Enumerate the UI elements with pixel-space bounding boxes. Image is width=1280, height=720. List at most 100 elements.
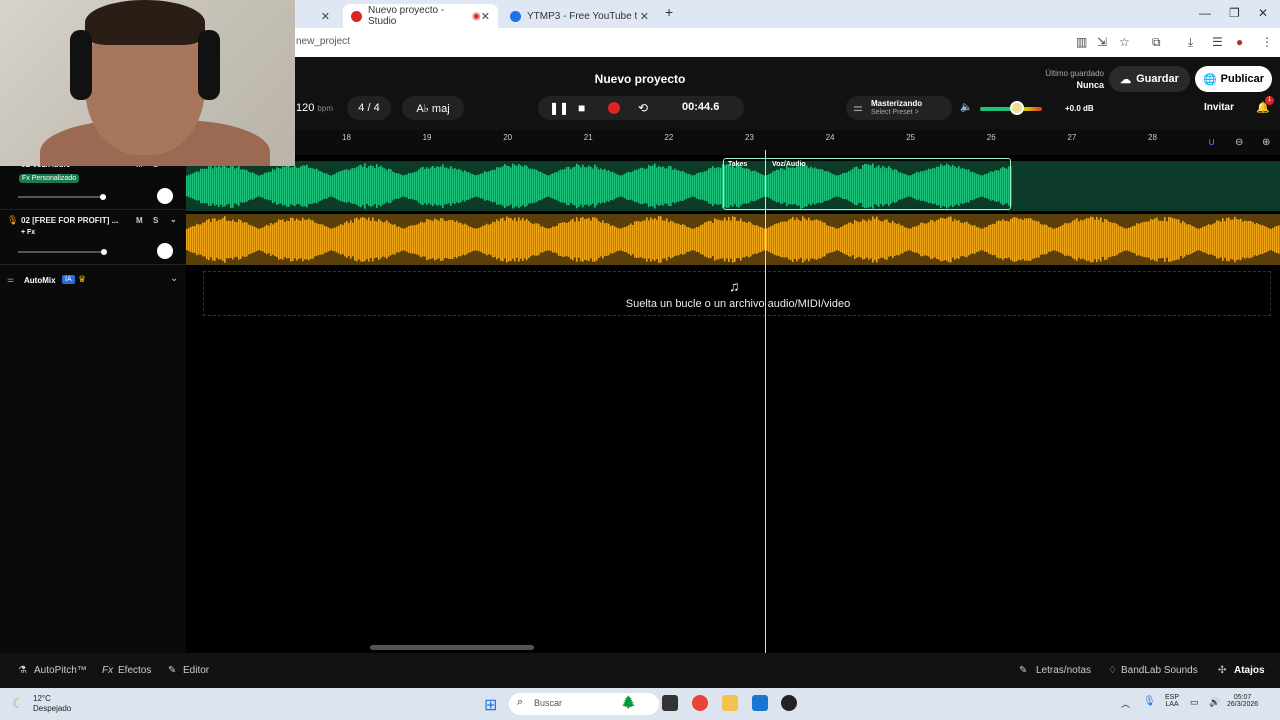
download-icon[interactable]: ⤓ xyxy=(1188,35,1193,50)
chevron-down-icon[interactable]: ⌄ xyxy=(170,273,178,284)
waveform-sample xyxy=(312,168,314,204)
install-icon[interactable]: ⇲ xyxy=(1097,35,1107,49)
waveform-sample xyxy=(348,223,350,256)
url-text[interactable]: new_project xyxy=(296,36,350,47)
playhead[interactable] xyxy=(765,150,766,653)
profile-avatar-icon[interactable]: ● xyxy=(1236,35,1243,49)
zoom-out-icon[interactable]: ⊖ xyxy=(1235,137,1243,148)
record-icon[interactable] xyxy=(608,102,620,114)
key-selector[interactable]: A♭ maj xyxy=(402,96,464,120)
waveform-sample xyxy=(360,164,362,208)
music-note-add-icon: ♫ xyxy=(729,278,740,294)
network-icon[interactable]: ▭ xyxy=(1190,697,1199,708)
timeline-ruler[interactable]: ∪ ⊖ ⊕ 18 19 20 21 22 23 24 25 26 27 28 xyxy=(186,130,1280,155)
weather-moon-icon[interactable]: ☾ xyxy=(12,696,24,712)
pan-knob[interactable] xyxy=(157,243,173,259)
close-icon[interactable]: ✕ xyxy=(321,10,330,23)
waveform-sample xyxy=(254,226,256,253)
takes-label: Takes xyxy=(728,161,748,168)
waveform-sample xyxy=(526,218,528,261)
waveform-sample xyxy=(598,221,600,258)
track-header-2[interactable]: 🎙 02 [FREE FOR PROFIT] ... M S ⌄ + Fx xyxy=(0,210,186,265)
automix-label[interactable]: AutoMix xyxy=(24,276,56,285)
restore-icon[interactable]: ❐ xyxy=(1229,6,1240,20)
track-volume-slider[interactable] xyxy=(18,196,106,198)
waveform-sample xyxy=(694,174,696,198)
track-lane-2[interactable] xyxy=(186,214,1280,265)
waveform-sample xyxy=(1274,226,1276,253)
weather-condition[interactable]: Despejado xyxy=(33,704,71,713)
selected-clip[interactable]: Takes Voz/Audio xyxy=(723,158,1011,210)
mastering-button[interactable]: ⚌ Masterizando Select Preset > xyxy=(846,96,952,120)
store-icon[interactable] xyxy=(752,695,768,711)
mic-tray-icon[interactable]: 🎙 xyxy=(1143,696,1156,707)
shortcuts-button[interactable]: Atajos xyxy=(1234,665,1265,676)
waveform-sample xyxy=(266,224,268,255)
windows-start-icon[interactable]: ⊞ xyxy=(484,695,497,715)
tab-previous[interactable]: ✕ xyxy=(300,4,338,28)
volume-tray-icon[interactable]: 🔊 xyxy=(1209,697,1220,708)
solo-button[interactable]: S xyxy=(153,216,158,225)
reading-mode-icon[interactable]: ▥ xyxy=(1076,35,1087,49)
waveform-sample xyxy=(976,227,978,252)
stop-icon[interactable]: ■ xyxy=(578,101,585,115)
obs-icon[interactable] xyxy=(781,695,797,711)
lyrics-button[interactable]: Letras/notas xyxy=(1036,665,1091,676)
publish-button[interactable]: 🌐 Publicar xyxy=(1195,66,1272,92)
waveform-sample xyxy=(792,217,794,262)
track-volume-handle[interactable] xyxy=(101,249,107,255)
extensions-icon[interactable]: ⧉ xyxy=(1152,35,1161,50)
waveform-sample xyxy=(226,167,228,205)
pan-knob[interactable] xyxy=(157,188,173,204)
zoom-in-icon[interactable]: ⊕ xyxy=(1262,137,1270,148)
close-icon[interactable]: ✕ xyxy=(640,10,649,23)
waveform-sample xyxy=(646,217,648,262)
clock[interactable]: 05:07 26/3/2026 xyxy=(1227,694,1258,708)
add-fx-button[interactable]: + Fx xyxy=(21,229,35,236)
file-explorer-icon[interactable] xyxy=(722,695,738,711)
horizontal-scrollbar[interactable] xyxy=(370,645,534,650)
chevron-up-icon[interactable]: ︿ xyxy=(1121,697,1130,710)
effects-button[interactable]: Efectos xyxy=(118,665,151,676)
bandlab-sounds-button[interactable]: BandLab Sounds xyxy=(1121,665,1198,676)
new-tab-button[interactable]: + xyxy=(665,4,673,20)
autopitch-button[interactable]: AutoPitch™ xyxy=(34,665,87,676)
task-view-icon[interactable] xyxy=(662,695,678,711)
time-signature[interactable]: 4 / 4 xyxy=(347,96,391,120)
media-icon[interactable]: ☰ xyxy=(1212,35,1223,49)
waveform-sample xyxy=(456,169,458,203)
pause-icon[interactable]: ❚❚ xyxy=(549,101,569,115)
waveform-sample xyxy=(1178,219,1180,260)
track-volume-handle[interactable] xyxy=(100,194,106,200)
master-volume-handle[interactable] xyxy=(1010,101,1025,115)
close-icon[interactable]: ✕ xyxy=(481,10,490,23)
speaker-mute-icon[interactable]: 🔈 xyxy=(960,102,972,113)
track-volume-slider[interactable] xyxy=(18,251,106,253)
waveform-sample xyxy=(516,165,518,207)
bookmark-star-icon[interactable]: ☆ xyxy=(1119,35,1130,49)
editor-button[interactable]: Editor xyxy=(183,665,209,676)
waveform-sample xyxy=(186,228,188,251)
project-title[interactable]: Nuevo proyecto xyxy=(560,72,720,86)
chrome-icon[interactable] xyxy=(692,695,708,711)
loop-icon[interactable]: ⟲ xyxy=(638,101,648,115)
menu-dots-icon[interactable]: ⋮ xyxy=(1261,35,1273,49)
fx-tag[interactable]: Fx Personalizado xyxy=(19,174,80,183)
minimize-icon[interactable]: — xyxy=(1199,6,1211,20)
chevron-down-icon[interactable]: ⌄ xyxy=(170,215,177,224)
mute-button[interactable]: M xyxy=(136,216,143,225)
tab-studio[interactable]: Nuevo proyecto - Studio ◉ ✕ xyxy=(343,4,498,28)
waveform-sample xyxy=(450,166,452,206)
close-window-icon[interactable]: ✕ xyxy=(1258,6,1268,20)
tab-ytmp3[interactable]: YTMP3 - Free YouTube to MP3 ✕ xyxy=(502,4,657,28)
tempo-display[interactable]: 120 bpm xyxy=(296,102,333,114)
waveform-sample xyxy=(648,164,650,208)
drop-zone[interactable]: ♫ Suelta un bucle o un archivo audio/MID… xyxy=(203,271,1271,316)
invite-button[interactable]: Invitar xyxy=(1204,102,1234,113)
save-button[interactable]: ☁ Guardar xyxy=(1109,66,1190,92)
weather-temperature[interactable]: 12°C xyxy=(33,694,51,703)
taskbar-search[interactable]: ⌕ Buscar 🌲 xyxy=(509,693,659,715)
language-indicator[interactable]: ESP LAA xyxy=(1165,694,1179,708)
magnet-icon[interactable]: ∪ xyxy=(1208,137,1215,148)
track-name[interactable]: 02 [FREE FOR PROFIT] ... xyxy=(21,216,118,225)
